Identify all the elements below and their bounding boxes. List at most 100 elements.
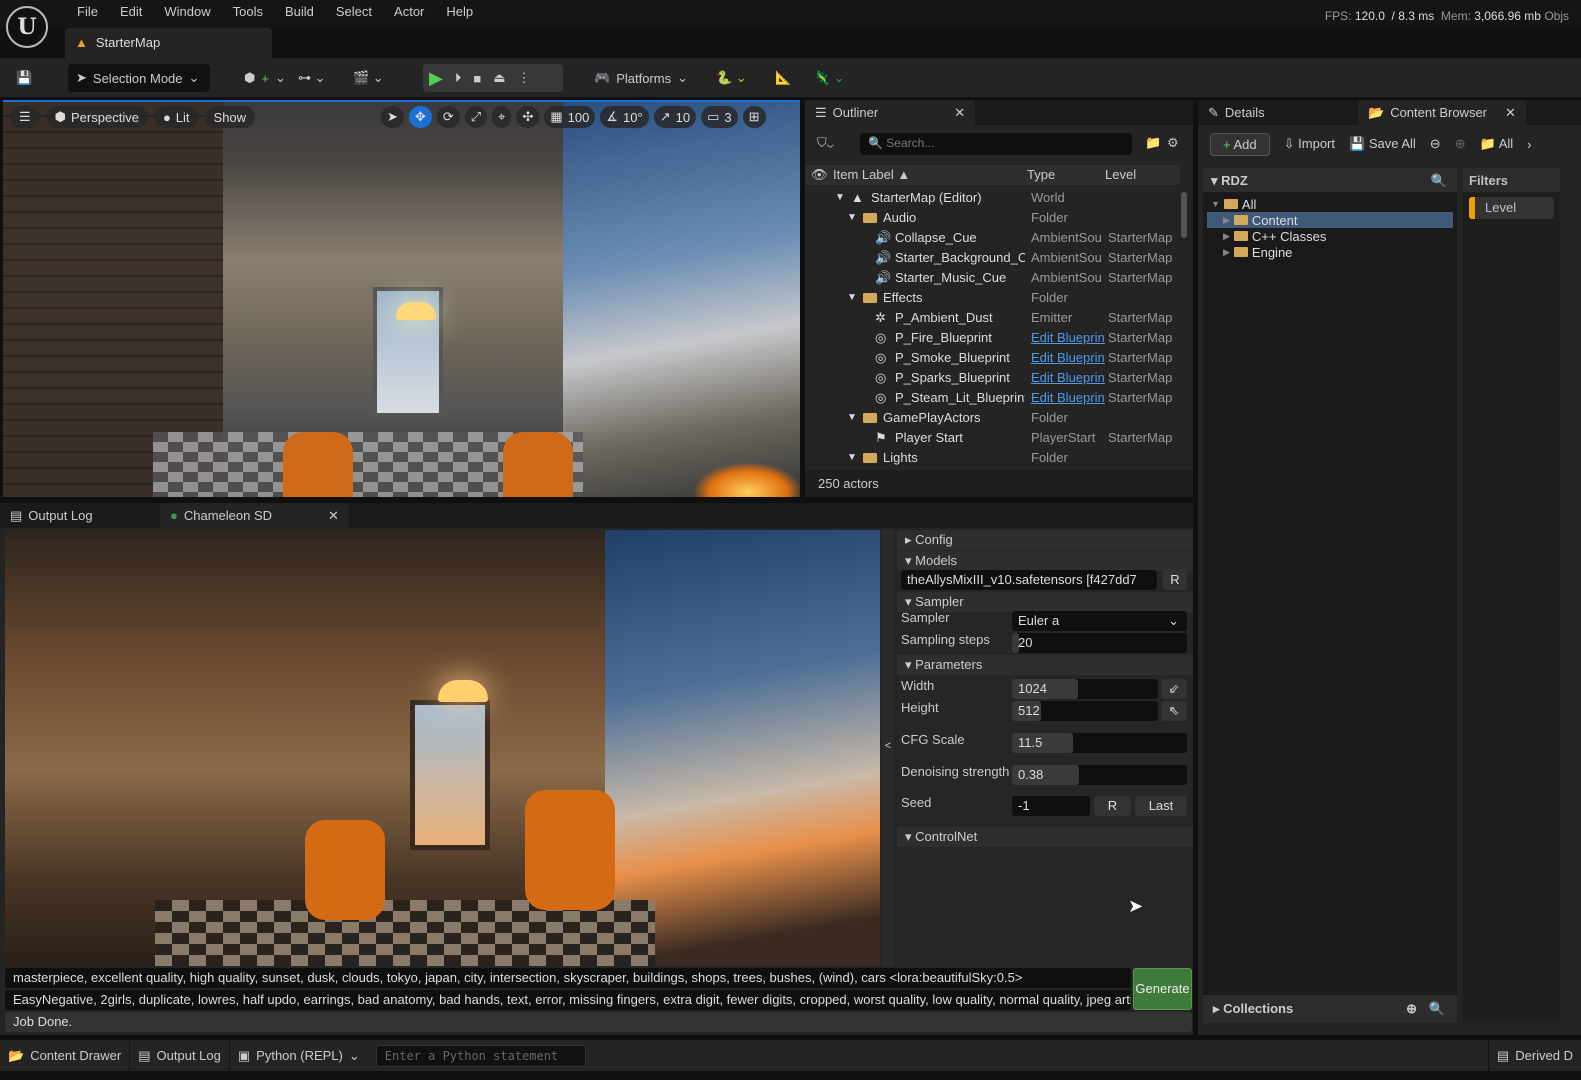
menu-window[interactable]: Window — [153, 4, 221, 20]
row-type[interactable]: Edit Blueprint — [1031, 350, 1105, 365]
outliner-row[interactable]: 🔊 Starter_Background_C AmbientSou StarterMa… — [805, 248, 1180, 268]
level-viewport[interactable] — [3, 100, 800, 497]
viewport-menu-button[interactable]: ☰ — [10, 106, 40, 128]
menu-file[interactable]: File — [66, 4, 109, 20]
menu-tools[interactable]: Tools — [222, 4, 274, 20]
expand-arrow-icon[interactable]: ▶ — [1223, 215, 1230, 226]
outliner-row[interactable]: ⚑ Player Start PlayerStart StarterMap — [805, 428, 1180, 448]
back-icon[interactable]: ⊖ — [1430, 136, 1441, 152]
eye-icon[interactable]: 👁 — [811, 167, 828, 183]
perspective-button[interactable]: ⬢ Perspective — [45, 106, 148, 128]
section-models[interactable]: ▾ Models — [897, 551, 1193, 571]
expand-arrow-icon[interactable]: ▶ — [1223, 231, 1230, 242]
eject-icon[interactable]: ⏏ — [493, 70, 505, 86]
derived-data-button[interactable]: ▤ Derived D — [1487, 1040, 1581, 1071]
negative-prompt-input[interactable]: EasyNegative, 2girls, duplicate, lowres,… — [5, 990, 1131, 1010]
surface-snap-icon[interactable]: ✣ — [516, 106, 540, 128]
sampler-dropdown[interactable]: Euler a ⌄ — [1012, 611, 1187, 631]
cfg-scale-slider[interactable]: 11.5 — [1012, 733, 1187, 753]
step-icon[interactable]: ⏵ — [455, 70, 462, 86]
expand-arrow-icon[interactable]: ▼ — [1211, 199, 1220, 209]
swap-size-icon[interactable]: ⇖ — [1161, 701, 1187, 721]
world-icon[interactable]: ⌖ — [492, 106, 512, 128]
outliner-row[interactable]: ◎ P_Smoke_Blueprint Edit Blueprint StarterM… — [805, 348, 1180, 368]
close-icon[interactable]: ✕ — [954, 105, 965, 121]
outliner-row[interactable]: 🔊 Starter_Music_Cue AmbientSou StarterMap — [805, 268, 1180, 288]
close-icon[interactable]: ✕ — [1505, 105, 1516, 121]
collapse-side-panel-button[interactable]: < — [882, 530, 894, 966]
expand-arrow-icon[interactable]: ▼ — [847, 452, 857, 463]
scale-snap-button[interactable]: ↗ 10 — [653, 106, 697, 128]
add-collection-icon[interactable]: ⊕ — [1406, 1001, 1417, 1017]
more-icon[interactable]: ⋮ — [518, 70, 531, 86]
selection-mode-dropdown[interactable]: ➤ Selection Mode ⌄ — [68, 64, 210, 92]
expand-arrow-icon[interactable]: ▼ — [835, 192, 845, 203]
close-icon[interactable]: ✕ — [328, 508, 339, 524]
rotate-icon[interactable]: ⟳ — [436, 106, 460, 128]
width-slider[interactable]: 1024 — [1012, 679, 1158, 699]
outliner-row[interactable]: ▼ Effects Folder — [805, 288, 1180, 308]
search-icon[interactable]: 🔍 — [1431, 173, 1447, 189]
move-icon[interactable]: ✥ — [408, 106, 432, 128]
stop-icon[interactable]: ■ — [473, 71, 481, 86]
folder-tree-item[interactable]: ▼ All — [1207, 196, 1453, 212]
seed-input[interactable]: -1 — [1012, 796, 1090, 816]
model-dropdown[interactable]: theAllysMixIII_v10.safetensors [f427dd7 … — [901, 570, 1157, 590]
add-actor-button[interactable]: ⬢ + ⌄ — [244, 64, 286, 92]
tab-output-log[interactable]: ▤ Output Log — [0, 503, 160, 528]
python-input[interactable]: Enter a Python statement — [375, 1044, 586, 1067]
filter-level[interactable]: Level — [1469, 197, 1554, 219]
expand-arrow-icon[interactable]: ▼ — [847, 212, 857, 223]
sampling-steps-slider[interactable]: 20 — [1012, 633, 1187, 653]
menu-build[interactable]: Build — [274, 4, 325, 20]
row-type[interactable]: Edit Blueprint — [1031, 370, 1105, 385]
row-type[interactable]: Edit Blueprint — [1031, 390, 1105, 405]
section-controlnet[interactable]: ▾ ControlNet — [897, 827, 1193, 847]
angle-snap-button[interactable]: ∡ 10° — [600, 106, 649, 128]
outliner-row[interactable]: ◎ P_Steam_Lit_Blueprint Edit Blueprint Star… — [805, 388, 1180, 408]
outliner-row[interactable]: ▼ Lights Folder — [805, 448, 1180, 468]
outliner-row[interactable]: ◎ P_Sparks_Blueprint Edit Blueprint Starter… — [805, 368, 1180, 388]
python-repl-dropdown[interactable]: ▣ Python (REPL) ⌄ — [230, 1040, 368, 1071]
blueprint-button[interactable]: ⊶ ⌄ — [298, 64, 326, 92]
unreal-logo-icon[interactable]: U — [6, 6, 48, 48]
section-config[interactable]: ▸ Config — [897, 530, 1193, 550]
chameleon-icon[interactable]: 🦎 ⌄ — [814, 64, 845, 92]
scale-icon[interactable]: ⤢ — [464, 106, 488, 128]
search-icon[interactable]: 🔍 — [1429, 1001, 1445, 1017]
import-button[interactable]: ⇩ Import — [1284, 136, 1335, 152]
camera-speed-button[interactable]: ▭ 3 — [701, 106, 738, 128]
outliner-row[interactable]: ✲ P_Ambient_Dust Emitter StarterMap — [805, 308, 1180, 328]
outliner-row[interactable]: ◎ P_Fire_Blueprint Edit Blueprint StarterMa… — [805, 328, 1180, 348]
menu-edit[interactable]: Edit — [109, 4, 153, 20]
outliner-scrollbar[interactable] — [1181, 192, 1187, 238]
save-icon[interactable]: 💾 — [16, 64, 32, 92]
gear-icon[interactable]: ⚙ — [1167, 135, 1179, 151]
tab-outliner[interactable]: ☰ Outliner ✕ — [805, 100, 976, 125]
add-button[interactable]: + Add — [1210, 132, 1270, 156]
menu-help[interactable]: Help — [435, 4, 484, 20]
folder-tree-item[interactable]: ▶ Engine — [1207, 244, 1453, 260]
show-button[interactable]: Show — [204, 106, 256, 128]
random-seed-button[interactable]: R — [1094, 796, 1131, 816]
outliner-row[interactable]: ▼ Audio Folder — [805, 208, 1180, 228]
tab-content-browser[interactable]: 📂 Content Browser ✕ — [1358, 100, 1526, 125]
column-type[interactable]: Type — [1027, 167, 1055, 182]
forward-icon[interactable]: ⊕ — [1455, 136, 1466, 152]
tab-chameleon-sd[interactable]: ● Chameleon SD ✕ — [160, 503, 349, 528]
column-item-label[interactable]: Item Label ▲ — [833, 167, 910, 182]
section-sampler[interactable]: ▾ Sampler — [897, 592, 1193, 612]
section-parameters[interactable]: ▾ Parameters — [897, 655, 1193, 675]
expand-arrow-icon[interactable]: ▶ — [1223, 247, 1230, 258]
path-breadcrumb[interactable]: 📁 All — [1480, 136, 1514, 152]
menu-actor[interactable]: Actor — [383, 4, 435, 20]
height-slider[interactable]: 512 — [1012, 701, 1158, 721]
tab-details[interactable]: ✎ Details — [1198, 100, 1358, 125]
outliner-row[interactable]: ▼ GamePlayActors Folder — [805, 408, 1180, 428]
cinematics-button[interactable]: 🎬 ⌄ — [353, 64, 384, 92]
generate-button[interactable]: Generate — [1133, 968, 1192, 1010]
save-all-button[interactable]: 💾 Save All — [1349, 136, 1416, 152]
refresh-models-button[interactable]: R — [1163, 570, 1187, 590]
positive-prompt-input[interactable]: masterpiece, excellent quality, high qua… — [5, 968, 1131, 988]
content-drawer-button[interactable]: 📂 Content Drawer — [0, 1040, 131, 1071]
